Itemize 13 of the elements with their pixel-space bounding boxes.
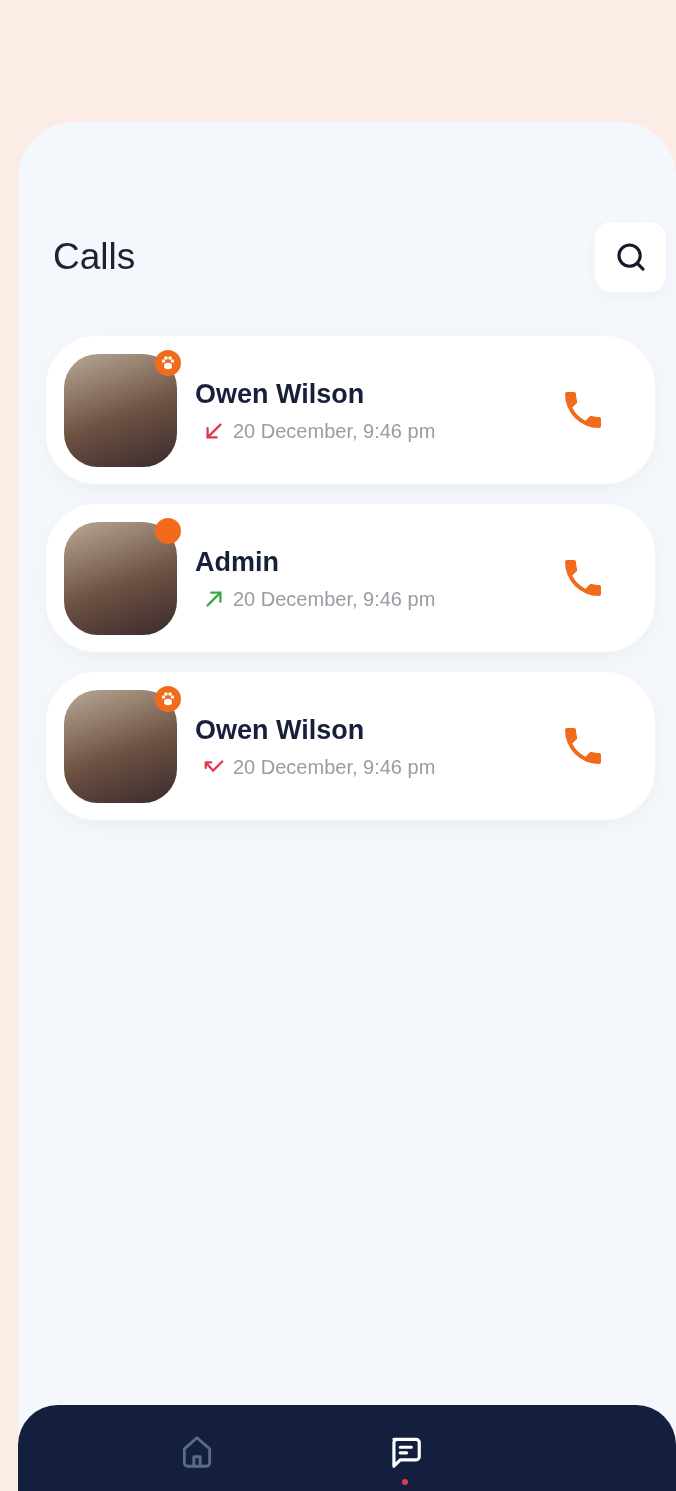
paw-badge-icon — [155, 685, 181, 712]
search-button[interactable] — [595, 222, 666, 292]
paw-badge-icon — [155, 349, 181, 376]
contact-name: Owen Wilson — [195, 713, 366, 747]
call-card[interactable]: Owen Wilson 20 December, 9:46 pm — [46, 336, 655, 484]
call-card[interactable]: Admin 20 December, 9:46 pm — [46, 504, 655, 652]
contact-name: Owen Wilson — [195, 377, 366, 411]
page-title: Calls — [53, 235, 136, 280]
call-card[interactable]: Owen Wilson 20 December, 9:46 pm — [46, 672, 655, 820]
call-time: 20 December, 9:46 pm — [233, 587, 436, 613]
call-time: 20 December, 9:46 pm — [233, 755, 436, 781]
contact-name: Admin — [195, 545, 280, 579]
call-time: 20 December, 9:46 pm — [233, 419, 436, 445]
